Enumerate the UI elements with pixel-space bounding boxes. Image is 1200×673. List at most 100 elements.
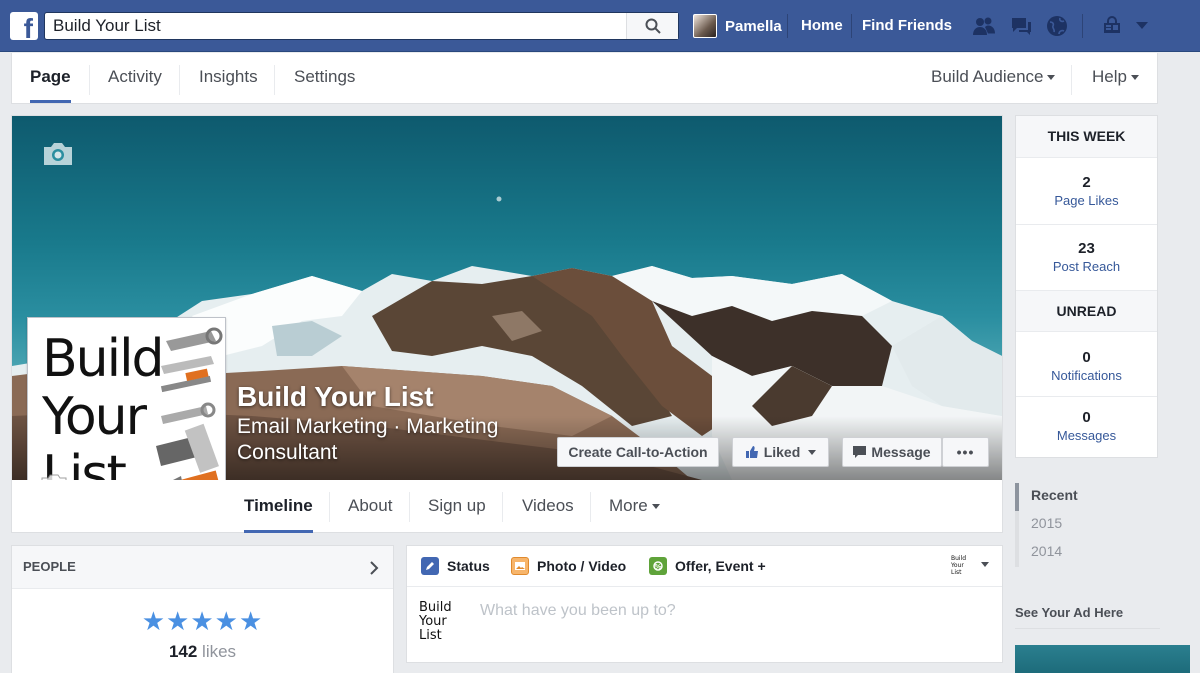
divider	[274, 65, 275, 95]
divider	[179, 65, 180, 95]
chevron-right-icon	[370, 561, 379, 575]
account-menu-chevron-down-icon[interactable]	[1136, 22, 1148, 30]
composer-avatar: Build Your List	[419, 601, 469, 649]
tools-illustration-icon	[156, 327, 223, 480]
logo-line: List	[419, 628, 442, 643]
post-reach-stat[interactable]: 23 Post Reach	[1016, 240, 1157, 274]
page-admin-tabs: Page Activity Insights Settings Build Au…	[11, 53, 1158, 104]
page-name[interactable]: Build Your List	[237, 381, 434, 413]
divider	[787, 14, 788, 38]
page-likes-stat[interactable]: 2 Page Likes	[1016, 174, 1157, 208]
post-composer: Status Photo / Video % Offer, Event + Bu…	[406, 545, 1003, 663]
more-options-button[interactable]: •••	[942, 437, 989, 467]
cover-photo[interactable]: Build Your List Email Marketing · Market…	[12, 116, 1002, 480]
messages-icon[interactable]	[1009, 15, 1033, 37]
messages-label: Messages	[1056, 428, 1117, 443]
create-call-to-action-button[interactable]: Create Call-to-Action	[557, 437, 719, 467]
unread-title: UNREAD	[1016, 290, 1157, 332]
search-button[interactable]	[626, 13, 678, 39]
notifications-stat[interactable]: 0 Notifications	[1016, 349, 1157, 383]
posting-as-selector[interactable]: Build Your List	[951, 555, 973, 577]
change-cover-camera-icon[interactable]	[42, 142, 74, 166]
privacy-shortcuts-icon[interactable]	[1100, 15, 1124, 37]
friend-requests-icon[interactable]	[972, 15, 996, 37]
build-audience-menu[interactable]: Build Audience	[931, 53, 1056, 103]
facebook-logo-icon[interactable]: f	[10, 12, 38, 40]
profile-picture[interactable]: Build Your List	[27, 317, 226, 480]
page-header: Build Your List Email Marketing · Market…	[11, 115, 1003, 533]
change-profile-camera-icon[interactable]	[40, 473, 68, 480]
tab-page[interactable]: Page	[30, 53, 71, 103]
divider	[1015, 628, 1160, 629]
help-menu[interactable]: Help	[1092, 53, 1139, 103]
post-reach-label: Post Reach	[1052, 259, 1121, 274]
logo-line: Build	[419, 600, 452, 615]
ad-preview-image[interactable]	[1015, 645, 1190, 673]
page-likes-label: Page Likes	[1054, 193, 1119, 208]
svg-text:%: %	[654, 563, 661, 571]
divider	[89, 65, 90, 95]
home-link[interactable]: Home	[801, 13, 843, 39]
globe-notifications-icon[interactable]	[1045, 15, 1069, 37]
this-week-panel: THIS WEEK 2 Page Likes 23 Post Reach UNR…	[1015, 115, 1158, 458]
profile-link[interactable]: Pamella	[693, 13, 782, 39]
divider	[1016, 396, 1157, 397]
thumbs-up-icon	[745, 446, 758, 458]
logo-line: Build	[951, 555, 967, 562]
year-item-2015[interactable]: 2015	[1015, 511, 1135, 539]
chevron-down-icon	[808, 449, 817, 455]
liked-label: Liked	[763, 444, 801, 460]
messages-stat[interactable]: 0 Messages	[1016, 409, 1157, 443]
tab-photo-video[interactable]: Photo / Video	[511, 546, 626, 586]
tab-status[interactable]: Status	[421, 546, 490, 586]
year-item-2014[interactable]: 2014	[1015, 539, 1135, 567]
tab-more[interactable]: More	[609, 480, 660, 533]
status-label: Status	[447, 558, 490, 574]
more-label: More	[609, 496, 648, 515]
divider	[851, 14, 852, 38]
post-reach-value: 23	[1078, 240, 1095, 257]
tab-insights[interactable]: Insights	[199, 53, 258, 103]
tab-sign-up[interactable]: Sign up	[428, 480, 486, 533]
photo-video-label: Photo / Video	[537, 558, 627, 574]
tab-timeline[interactable]: Timeline	[244, 480, 313, 533]
timeline-year-nav: Recent 2015 2014	[1015, 483, 1135, 567]
divider	[409, 492, 410, 522]
profile-logo-text: Build Your List	[42, 330, 165, 480]
pencil-icon	[421, 557, 439, 575]
offer-event-label: Offer, Event +	[675, 558, 766, 574]
search-input[interactable]	[45, 13, 625, 39]
logo-line: Your	[951, 562, 964, 569]
liked-button[interactable]: Liked	[732, 437, 829, 467]
rating-stars: ★★★★★	[141, 606, 264, 636]
build-audience-label: Build Audience	[931, 67, 1044, 86]
this-week-title: THIS WEEK	[1016, 116, 1157, 158]
chevron-down-icon[interactable]	[981, 562, 989, 567]
logo-line: Your	[42, 387, 147, 447]
tab-about[interactable]: About	[348, 480, 392, 533]
people-header[interactable]: PEOPLE	[12, 546, 393, 589]
tab-activity[interactable]: Activity	[108, 53, 162, 103]
notifications-value: 0	[1082, 349, 1091, 366]
logo-line: Your	[419, 614, 447, 629]
logo-line: List	[951, 569, 962, 576]
message-label: Message	[871, 444, 931, 460]
chevron-down-icon	[651, 504, 660, 510]
divider	[1016, 224, 1157, 225]
tab-videos[interactable]: Videos	[522, 480, 574, 533]
help-label: Help	[1092, 67, 1127, 86]
composer-input[interactable]: What have you been up to?	[480, 602, 676, 620]
photo-icon	[511, 557, 529, 575]
see-your-ad-link[interactable]: See Your Ad Here	[1015, 605, 1123, 620]
year-item-recent[interactable]: Recent	[1015, 483, 1135, 511]
search-box	[44, 12, 679, 40]
composer-tabs: Status Photo / Video % Offer, Event + Bu…	[407, 546, 1002, 587]
tab-offer-event[interactable]: % Offer, Event +	[649, 546, 766, 586]
people-title: PEOPLE	[23, 559, 76, 574]
tab-settings[interactable]: Settings	[294, 53, 355, 103]
divider	[329, 492, 330, 522]
message-button[interactable]: Message	[842, 437, 942, 467]
likes-count[interactable]: 142 likes	[12, 642, 393, 662]
find-friends-link[interactable]: Find Friends	[862, 13, 952, 39]
message-bubble-icon	[853, 445, 867, 458]
